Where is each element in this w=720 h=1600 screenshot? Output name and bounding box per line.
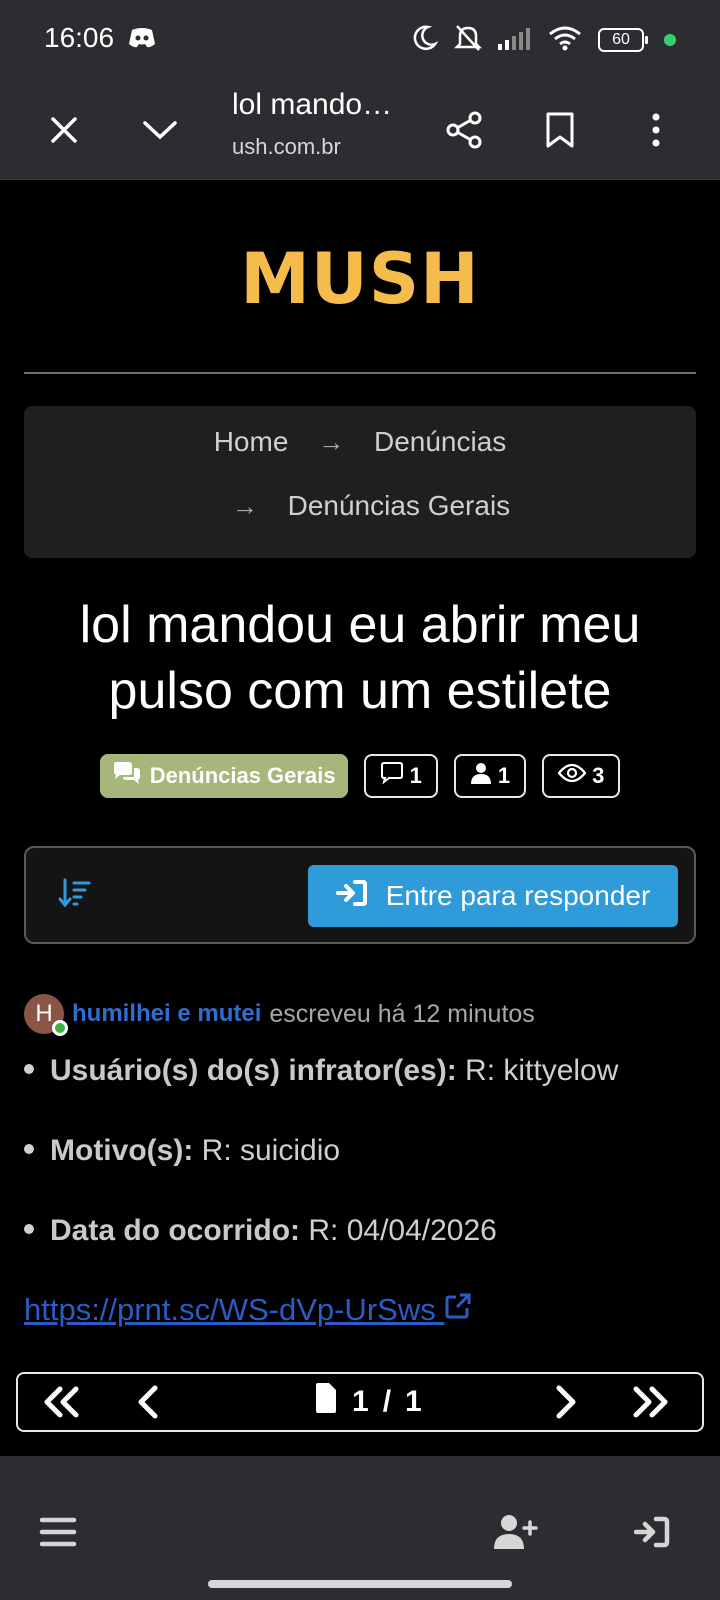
sign-in-icon [335, 879, 368, 914]
last-page-button[interactable] [628, 1382, 672, 1422]
post-line-reason: Motivo(s): R: suicidio [24, 1134, 340, 1168]
page-title[interactable]: lol mando… [232, 88, 392, 122]
bookmark-icon[interactable] [534, 104, 586, 156]
login-icon[interactable] [624, 1504, 680, 1560]
topic-title: lol mandou eu abrir meu pulso com um est… [79, 596, 641, 720]
reply-button-label: Entre para responder [385, 880, 651, 911]
page-total: 1 [405, 1385, 422, 1418]
arrow-right-icon: → [231, 491, 258, 521]
post-link[interactable]: https://prnt.sc/WS-dVp-UrSws [24, 1292, 472, 1328]
post-meta: H humilhei e mutei escreveu há 12 minuto… [24, 992, 704, 1036]
divider [24, 372, 696, 374]
sort-icon[interactable] [58, 878, 92, 913]
post-author[interactable]: humilhei e mutei [72, 1000, 261, 1028]
topic-action-bar: Entre para responder [24, 846, 696, 944]
bullet [24, 1064, 34, 1075]
status-bar: 16:06 60 [0, 0, 720, 80]
post-line-date: Data do ocorrido: R: 04/04/2026 [24, 1214, 497, 1248]
category-badge[interactable]: Denúncias Gerais [99, 754, 348, 798]
register-icon[interactable] [488, 1504, 544, 1560]
browser-toolbar: lol mando… ush.com.br [0, 80, 720, 180]
bullet [24, 1224, 34, 1235]
post-line-offender: Usuário(s) do(s) infrator(es): R: kittye… [24, 1054, 618, 1088]
more-vert-icon[interactable] [630, 104, 682, 156]
close-icon[interactable] [38, 104, 90, 156]
menu-icon[interactable] [30, 1504, 86, 1560]
page-indicator[interactable]: 1 / 1 [314, 1382, 422, 1422]
comment-icon [380, 762, 404, 790]
online-status-dot [52, 1020, 68, 1036]
page-current: 1 [352, 1385, 369, 1418]
chevron-down-icon[interactable] [134, 104, 186, 156]
post-timestamp[interactable]: escreveu há 12 minutos [269, 1000, 534, 1029]
breadcrumb-home[interactable]: Home [214, 426, 289, 457]
eye-icon [557, 763, 587, 789]
file-icon [314, 1382, 338, 1422]
page-separator: / [382, 1385, 392, 1418]
topic-stats: Denúncias Gerais 1 1 3 [0, 754, 720, 798]
next-page-button[interactable] [548, 1382, 584, 1422]
external-link-icon [444, 1292, 472, 1327]
category-label: Denúncias Gerais [149, 763, 336, 788]
avatar[interactable]: H [24, 994, 68, 1036]
views-count: 3 [542, 754, 621, 798]
signal-icon [498, 26, 532, 55]
bullet [24, 1144, 34, 1155]
home-indicator[interactable] [208, 1580, 512, 1588]
site-logo[interactable]: MUSH [0, 238, 720, 320]
login-to-reply-button[interactable]: Entre para responder [308, 865, 678, 927]
replies-count: 1 [363, 754, 438, 798]
comments-icon [112, 761, 142, 791]
breadcrumb-denuncias[interactable]: Denúncias [374, 426, 506, 457]
breadcrumb-denuncias-gerais[interactable]: Denúncias Gerais [288, 490, 511, 521]
breadcrumb: Home → Denúncias → Denúncias Gerais [24, 406, 696, 558]
first-page-button[interactable] [40, 1382, 84, 1422]
privacy-indicator-dot [664, 34, 676, 46]
arrow-right-icon: → [318, 427, 345, 457]
share-icon[interactable] [438, 104, 490, 156]
discord-icon [128, 26, 156, 55]
wifi-icon [548, 25, 582, 56]
battery-icon: 60 [598, 28, 648, 52]
status-time: 16:06 [44, 22, 115, 53]
moon-icon [410, 24, 439, 57]
bottom-nav [0, 1456, 720, 1600]
posters-count: 1 [453, 754, 527, 798]
bell-off-icon [453, 23, 483, 58]
prev-page-button[interactable] [130, 1382, 166, 1422]
pagination: 1 / 1 [16, 1372, 704, 1432]
page-domain[interactable]: ush.com.br [232, 134, 341, 160]
user-icon [470, 762, 492, 790]
